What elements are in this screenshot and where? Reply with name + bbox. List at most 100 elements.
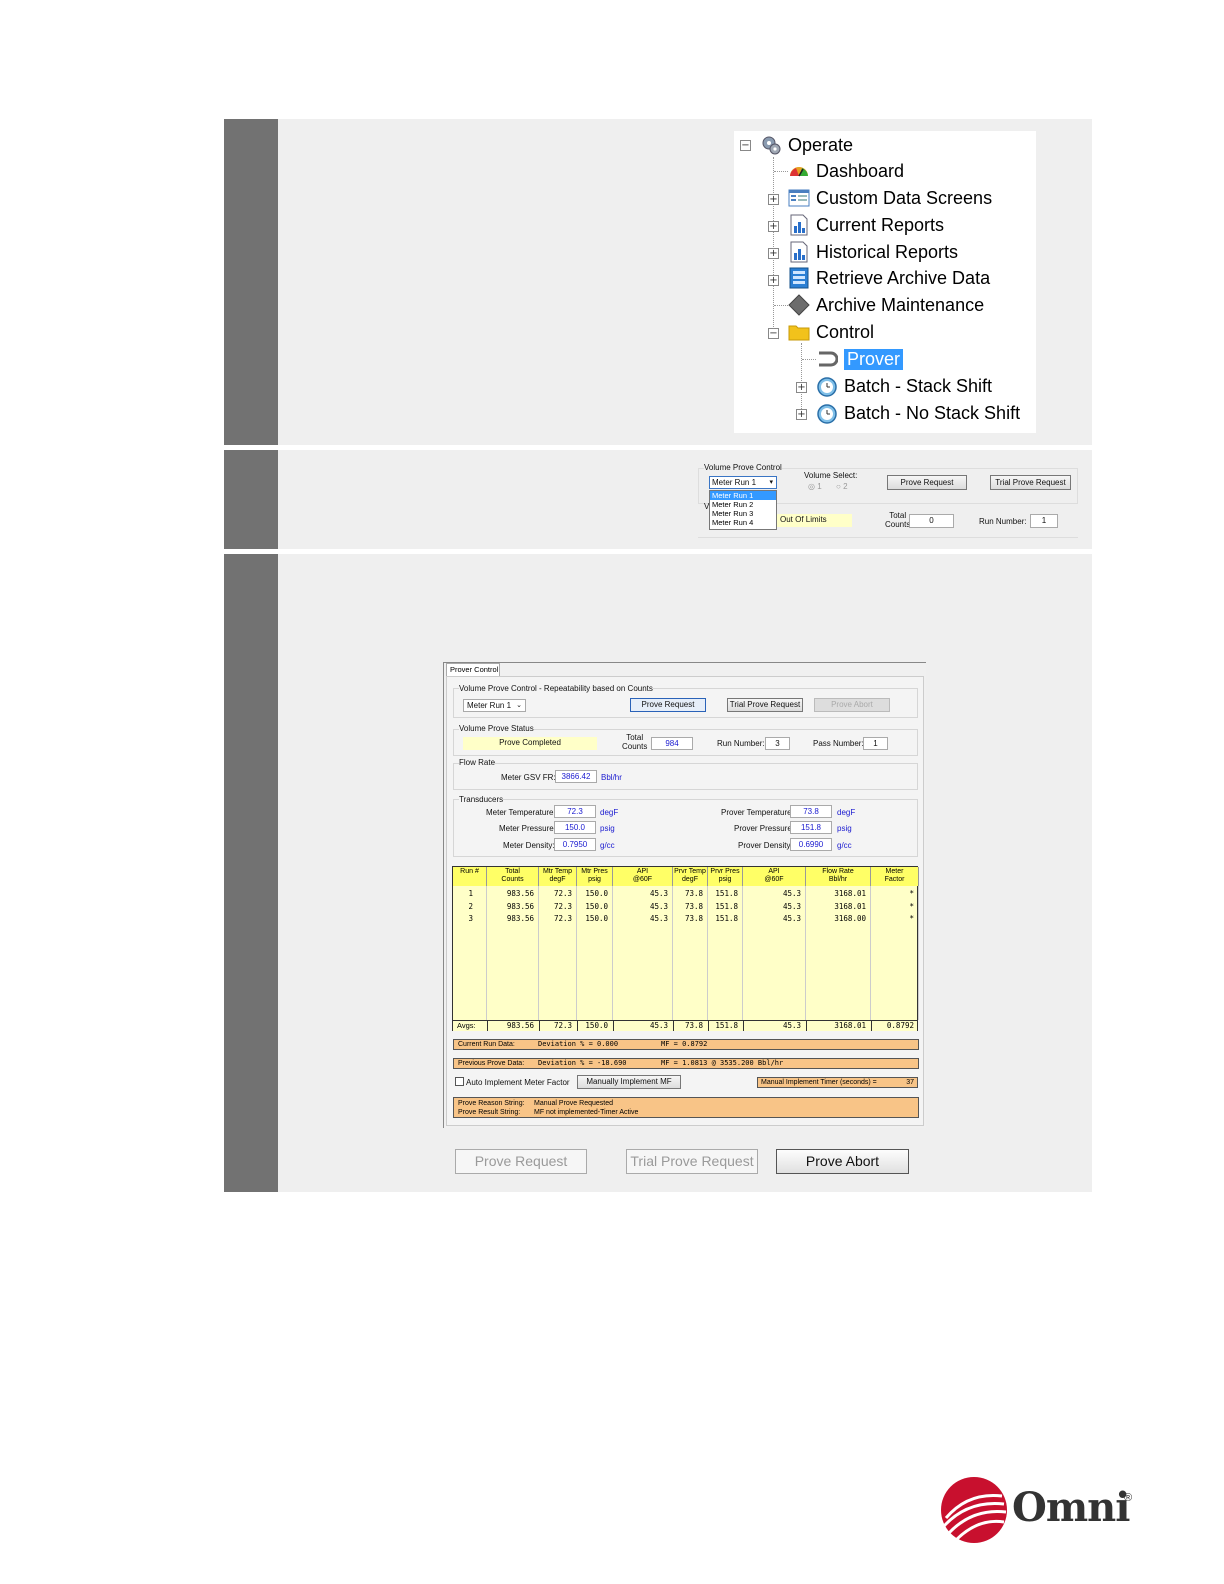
prove-strings-bar: Prove Reason String: Manual Prove Reques… bbox=[453, 1097, 919, 1118]
header-line: Flow Rate bbox=[822, 868, 854, 875]
table-cell: 72.3 bbox=[553, 914, 572, 923]
gauge-icon bbox=[788, 160, 810, 182]
tab-prover-control[interactable]: Prover Control bbox=[446, 663, 500, 676]
registered-mark: ® bbox=[1124, 1492, 1133, 1504]
table-cell: 45.3 bbox=[649, 889, 668, 898]
screen-list-icon bbox=[788, 187, 810, 209]
gsv-field: 3866.42 bbox=[555, 770, 597, 783]
avg-cell: 150.0 bbox=[577, 1021, 608, 1031]
table-cell: 73.8 bbox=[684, 889, 703, 898]
group-title: Volume Prove Status bbox=[459, 724, 534, 733]
expand-icon[interactable]: + bbox=[768, 275, 779, 286]
gsv-label: Meter GSV FR: bbox=[501, 773, 556, 782]
header-line: @60F bbox=[632, 876, 653, 883]
column-header: Total Counts bbox=[487, 867, 539, 886]
avg-cell: 3168.01 bbox=[806, 1021, 866, 1031]
prove-request-button-small[interactable]: Prove Request bbox=[887, 475, 967, 490]
radio-1-label: 1 bbox=[817, 482, 822, 491]
expand-icon[interactable]: + bbox=[796, 409, 807, 420]
table-cell: 983.56 bbox=[506, 901, 534, 911]
table-cell: 3168.00 bbox=[834, 914, 866, 923]
label-line: Total bbox=[626, 733, 644, 742]
tree-item-batch-stack-shift[interactable]: Batch - Stack Shift bbox=[816, 374, 992, 398]
report-chart-icon bbox=[788, 241, 810, 263]
avg-cell: 45.3 bbox=[743, 1021, 801, 1031]
tree-item-retrieve-archive-data[interactable]: Retrieve Archive Data bbox=[788, 266, 990, 290]
total-counts-label-small: Total Counts bbox=[885, 511, 910, 529]
current-run-bar: Current Run Data: Deviation % = 0.000 MF… bbox=[453, 1039, 919, 1050]
collapse-icon[interactable]: − bbox=[740, 140, 751, 151]
column-header: Prvr Temp degF bbox=[673, 867, 708, 886]
unit: psig bbox=[600, 824, 615, 833]
expand-icon[interactable]: + bbox=[768, 194, 779, 205]
tree-item-custom-data-screens[interactable]: Custom Data Screens bbox=[788, 186, 992, 210]
label-line: Counts bbox=[622, 742, 648, 751]
avg-cell: 72.3 bbox=[539, 1021, 572, 1031]
manually-implement-mf-button[interactable]: Manually Implement MF bbox=[577, 1075, 681, 1089]
tree-item-archive-maintenance[interactable]: Archive Maintenance bbox=[788, 293, 984, 317]
column-header: Mtr Pres psig bbox=[577, 867, 613, 886]
collapse-icon[interactable]: − bbox=[768, 328, 779, 339]
auto-implement-checkbox[interactable] bbox=[455, 1077, 464, 1086]
prove-request-button-large[interactable]: Prove Request bbox=[455, 1149, 587, 1174]
header-line: @60F bbox=[764, 876, 784, 883]
tree-item-current-reports[interactable]: Current Reports bbox=[788, 213, 944, 237]
tree-item-dashboard[interactable]: Dashboard bbox=[788, 159, 904, 183]
previous-prove-bar: Previous Prove Data: Deviation % = -18.6… bbox=[453, 1058, 919, 1069]
prover-temp-label: Prover Temperature: bbox=[721, 808, 794, 817]
radio-1[interactable]: ◎ 1 bbox=[808, 482, 822, 491]
header-line: psig bbox=[588, 876, 601, 883]
table-cell: 45.3 bbox=[649, 901, 668, 911]
meter-pres-label: Meter Pressure: bbox=[499, 824, 556, 833]
dropdown-option[interactable]: Meter Run 4 bbox=[710, 518, 776, 527]
column-header: Flow Rate Bbl/hr bbox=[806, 867, 871, 886]
tree-item-batch-no-stack-shift[interactable]: Batch - No Stack Shift bbox=[816, 401, 1020, 425]
table-cell: 983.56 bbox=[506, 889, 534, 898]
tree-item-control[interactable]: Control bbox=[788, 320, 874, 344]
prove-request-button[interactable]: Prove Request bbox=[630, 698, 706, 712]
tree-label: Control bbox=[816, 321, 875, 342]
table-cell: 1 bbox=[468, 889, 473, 898]
table-cell: * bbox=[909, 889, 914, 898]
dropdown-option[interactable]: Meter Run 2 bbox=[710, 500, 776, 509]
header-line: Total bbox=[505, 868, 520, 875]
expand-icon[interactable]: + bbox=[768, 221, 779, 232]
prove-abort-button-large[interactable]: Prove Abort bbox=[776, 1149, 909, 1174]
dropdown-option[interactable]: Meter Run 3 bbox=[710, 509, 776, 518]
tree-item-operate[interactable]: Operate bbox=[760, 133, 853, 157]
folder-icon bbox=[788, 321, 810, 343]
column-header: Prvr Pres psig bbox=[708, 867, 743, 886]
header-line: API bbox=[768, 868, 780, 875]
avg-cell: 151.8 bbox=[708, 1021, 738, 1031]
table-cell: 150.0 bbox=[585, 889, 608, 898]
pass-number-field: 1 bbox=[863, 737, 888, 750]
tree-label: Historical Reports bbox=[816, 241, 959, 262]
omni-swirl-icon bbox=[941, 1477, 1007, 1543]
current-run-deviation: Deviation % = 0.000 bbox=[538, 1040, 619, 1048]
meter-run-select[interactable]: Meter Run 1 ▾ bbox=[709, 476, 777, 489]
trial-prove-request-button[interactable]: Trial Prove Request bbox=[727, 698, 803, 712]
tree-item-prover[interactable]: Prover bbox=[816, 347, 904, 371]
unit: g/cc bbox=[600, 841, 615, 850]
expand-icon[interactable]: + bbox=[768, 248, 779, 259]
trial-prove-request-button-large[interactable]: Trial Prove Request bbox=[626, 1149, 758, 1174]
prove-abort-button[interactable]: Prove Abort bbox=[814, 698, 890, 712]
unit: g/cc bbox=[837, 841, 852, 850]
tree-label: Current Reports bbox=[816, 214, 945, 235]
meter-run-select[interactable]: Meter Run 1 ⌄ bbox=[463, 699, 526, 712]
dropdown-option[interactable]: Meter Run 1 bbox=[710, 491, 776, 500]
radio-2[interactable]: ○ 2 bbox=[836, 482, 848, 491]
meter-dens-field: 0.7950 bbox=[554, 838, 596, 851]
previous-prove-mf: MF = 1.0813 @ 3535.200 Bbl/hr bbox=[661, 1059, 784, 1067]
prove-status-field-small: Out Of Limits bbox=[777, 514, 852, 527]
gsv-unit: Bbl/hr bbox=[601, 773, 622, 782]
divider bbox=[698, 537, 1078, 538]
table-cell: 45.3 bbox=[649, 914, 668, 923]
table-cell: 45.3 bbox=[782, 901, 801, 911]
select-value: Meter Run 1 bbox=[712, 478, 757, 487]
expand-icon[interactable]: + bbox=[796, 382, 807, 393]
tree-item-historical-reports[interactable]: Historical Reports bbox=[788, 240, 958, 264]
previous-prove-label: Previous Prove Data: bbox=[458, 1060, 525, 1067]
trial-prove-request-button-small[interactable]: Trial Prove Request bbox=[990, 475, 1071, 490]
avg-cell: 45.3 bbox=[613, 1021, 668, 1031]
